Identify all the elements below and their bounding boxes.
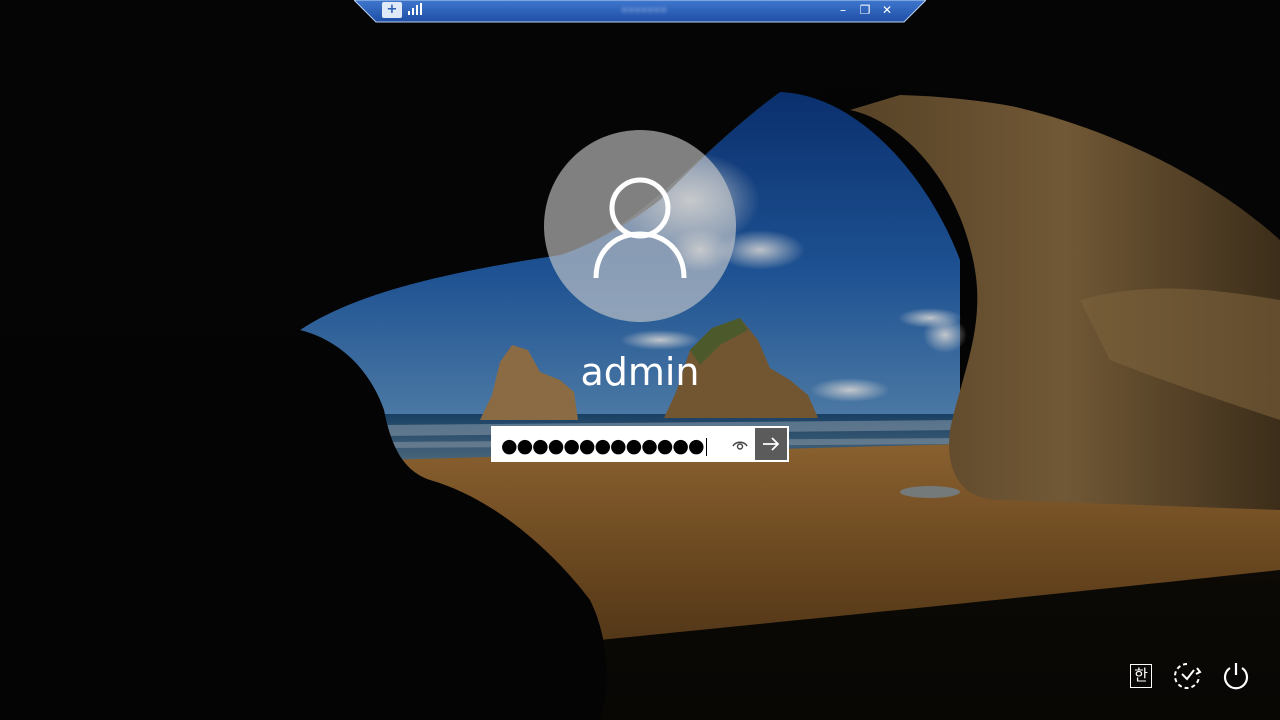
text-caret [705, 437, 707, 456]
power-button[interactable] [1216, 656, 1256, 696]
minimize-icon[interactable]: – [834, 2, 852, 18]
signal-icon[interactable] [408, 3, 422, 15]
user-avatar-icon [593, 177, 687, 279]
submit-arrow-icon [763, 437, 780, 451]
password-input[interactable]: ●●●●●●●●●●●●● [491, 426, 789, 462]
reveal-password-icon[interactable] [731, 436, 749, 454]
submit-button[interactable] [755, 428, 787, 460]
remote-desktop-bar: + ••••••• – ❐ ✕ [354, 0, 926, 24]
password-mask: ●●●●●●●●●●●●● [501, 432, 707, 460]
user-avatar [544, 130, 736, 322]
close-icon[interactable]: ✕ [878, 2, 896, 18]
remote-bar-title: ••••••• [621, 4, 667, 17]
ease-of-access-button[interactable] [1167, 656, 1207, 696]
restore-icon[interactable]: ❐ [856, 2, 874, 18]
pin-icon[interactable]: + [382, 2, 402, 18]
lock-screen: + ••••••• – ❐ ✕ admin ●●●●●●●●●●●●● 한 [0, 0, 1280, 720]
ime-icon: 한 [1130, 664, 1152, 688]
ime-button[interactable]: 한 [1120, 656, 1160, 696]
ease-of-access-icon [1174, 663, 1202, 689]
power-icon [1223, 663, 1249, 690]
username-label: admin [580, 350, 700, 394]
